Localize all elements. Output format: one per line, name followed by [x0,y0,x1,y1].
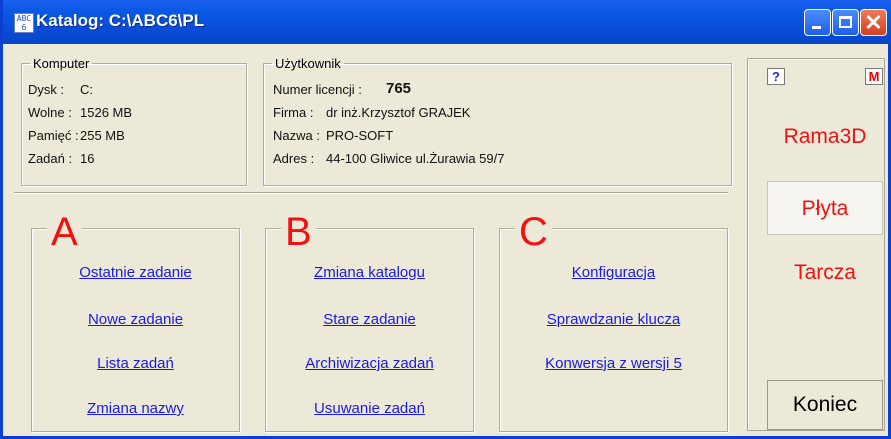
link-stare-zadanie[interactable]: Stare zadanie [265,311,474,328]
maximize-icon [839,16,852,28]
row-value: 16 [80,151,95,166]
group-c [499,228,728,432]
komputer-row-dysk: Dysk : C: [28,82,93,97]
row-value: 255 MB [80,128,125,143]
window-title: Katalog: C:\ABC6\PL [36,11,205,30]
side-item-tarcza[interactable]: Tarcza [767,246,883,300]
row-label: Pamięć : [28,128,79,143]
side-item-plyta[interactable]: Płyta [767,181,883,235]
uzytkownik-group: Użytkownik [263,56,732,186]
group-c-letter: C [515,212,552,252]
link-usuwanie-zadan[interactable]: Usuwanie zadań [265,400,474,417]
uzytkownik-legend: Użytkownik [275,56,341,71]
divider [14,192,728,194]
title-bar[interactable]: ABC 6 Katalog: C:\ABC6\PL ✕ [3,0,891,44]
row-label: Dysk : [28,82,65,97]
row-label: Firma : [273,105,314,120]
komputer-row-pamiec: Pamięć : 255 MB [28,128,125,143]
link-nowe-zadanie[interactable]: Nowe zadanie [31,311,240,328]
licence-label: Numer licencji : [273,82,362,97]
row-label: Zadań : [28,151,73,166]
m-button[interactable]: M [865,68,883,85]
link-konfiguracja[interactable]: Konfiguracja [499,264,728,281]
link-ostatnie-zadanie[interactable]: Ostatnie zadanie [31,264,240,281]
row-value: dr inż.Krzysztof GRAJEK [326,105,471,120]
help-button[interactable]: ? [767,68,785,85]
row-label: Nazwa : [273,128,320,143]
main-window: ABC 6 Katalog: C:\ABC6\PL ✕ Komputer Dys… [0,0,891,439]
minimize-icon [812,26,821,29]
link-zmiana-nazwy[interactable]: Zmiana nazwy [31,400,240,417]
row-value: 44-100 Gliwice ul.Żurawia 59/7 [326,151,505,166]
link-lista-zadan[interactable]: Lista zadań [31,355,240,372]
group-b-letter: B [281,212,316,252]
maximize-button[interactable] [832,9,859,36]
licence-row: Numer licencji : 765 [273,80,411,97]
link-konwersja-z-wersji-5[interactable]: Konwersja z wersji 5 [499,355,728,372]
uzytkownik-row-adres: Adres : 44-100 Gliwice ul.Żurawia 59/7 [273,151,504,166]
komputer-legend: Komputer [33,56,90,71]
komputer-row-wolne: Wolne : 1526 MB [28,105,132,120]
row-label: Adres : [273,151,315,166]
komputer-row-zadan: Zadań : 16 [28,151,94,166]
group-a-letter: A [47,212,82,252]
uzytkownik-row-nazwa: Nazwa : PRO-SOFT [273,128,393,143]
app-icon: ABC 6 [14,13,34,33]
row-value: C: [80,82,93,97]
row-label: Wolne : [28,105,72,120]
link-zmiana-katalogu[interactable]: Zmiana katalogu [265,264,474,281]
komputer-group: Komputer [21,56,247,186]
link-sprawdzanie-klucza[interactable]: Sprawdzanie klucza [499,311,728,328]
row-value: 1526 MB [80,105,133,120]
licence-value: 765 [386,80,412,97]
koniec-button[interactable]: Koniec [767,380,883,430]
side-item-rama3d[interactable]: Rama3D [767,110,883,164]
close-icon: ✕ [864,10,883,35]
uzytkownik-row-firma: Firma : dr inż.Krzysztof GRAJEK [273,105,470,120]
close-button[interactable]: ✕ [860,9,887,36]
minimize-button[interactable] [804,9,831,36]
link-archiwizacja-zadan[interactable]: Archiwizacja zadań [265,355,474,372]
row-value: PRO-SOFT [326,128,394,143]
